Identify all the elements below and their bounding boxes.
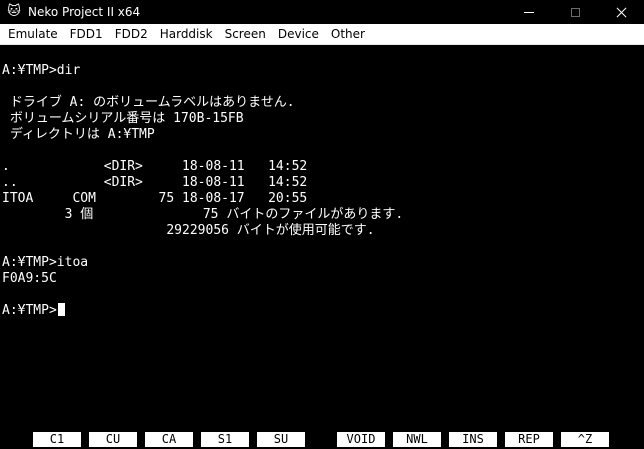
minimize-icon xyxy=(524,11,534,13)
fkey-ctrl-z[interactable]: ^Z xyxy=(561,432,609,447)
terminal-line: 29229056 バイトが使用可能です. xyxy=(2,223,375,238)
fkey-ins[interactable]: INS xyxy=(449,432,497,447)
fkey-ca[interactable]: CA xyxy=(145,432,193,447)
text-cursor xyxy=(57,303,65,316)
fkey-nwl[interactable]: NWL xyxy=(393,432,441,447)
close-icon xyxy=(616,7,627,18)
maximize-button[interactable] xyxy=(552,0,598,24)
menu-bar: Emulate FDD1 FDD2 Harddisk Screen Device… xyxy=(0,24,644,45)
cat-icon[interactable]: 🐱 xyxy=(6,4,22,20)
terminal-line: A:¥TMP>itoa xyxy=(2,255,89,270)
fkey-cu[interactable]: CU xyxy=(89,432,137,447)
prompt-line: A:¥TMP> xyxy=(2,303,65,319)
emulator-screen[interactable]: A:¥TMP>dir ドライブ A: のボリュームラベルはありません. ボリュー… xyxy=(2,46,642,429)
prompt-text: A:¥TMP> xyxy=(2,303,57,318)
menu-fdd1[interactable]: FDD1 xyxy=(64,24,109,45)
terminal-line: .. <DIR> 18-08-11 14:52 xyxy=(2,175,308,190)
terminal-line: ITOA COM 75 18-08-17 20:55 xyxy=(2,191,308,206)
window-title: Neko Project II x64 xyxy=(28,5,141,19)
fkey-s1[interactable]: S1 xyxy=(201,432,249,447)
close-button[interactable] xyxy=(598,0,644,24)
terminal-line: A:¥TMP>dir xyxy=(2,63,81,78)
menu-device[interactable]: Device xyxy=(272,24,325,45)
fkey-su[interactable]: SU xyxy=(257,432,305,447)
terminal-line: . <DIR> 18-08-11 14:52 xyxy=(2,159,308,174)
function-key-bar: C1 CU CA S1 SU VOID NWL INS REP ^Z xyxy=(0,429,644,449)
terminal-line: 3 個 75 バイトのファイルがあります. xyxy=(2,207,404,222)
terminal-line: ボリュームシリアル番号は 170B-15FB xyxy=(2,111,244,126)
menu-emulate[interactable]: Emulate xyxy=(2,24,64,45)
fkey-void[interactable]: VOID xyxy=(337,432,385,447)
terminal-line: ディレクトリは A:¥TMP xyxy=(2,127,155,142)
maximize-icon xyxy=(570,7,580,17)
terminal-line: ドライブ A: のボリュームラベルはありません. xyxy=(2,95,295,110)
menu-screen[interactable]: Screen xyxy=(219,24,272,45)
menu-harddisk[interactable]: Harddisk xyxy=(154,24,219,45)
terminal-line: F0A9:5C xyxy=(2,271,57,286)
fkey-c1[interactable]: C1 xyxy=(33,432,81,447)
menu-fdd2[interactable]: FDD2 xyxy=(109,24,154,45)
title-bar[interactable]: 🐱 Neko Project II x64 xyxy=(0,0,644,24)
fkey-rep[interactable]: REP xyxy=(505,432,553,447)
minimize-button[interactable] xyxy=(506,0,552,24)
menu-other[interactable]: Other xyxy=(325,24,371,45)
